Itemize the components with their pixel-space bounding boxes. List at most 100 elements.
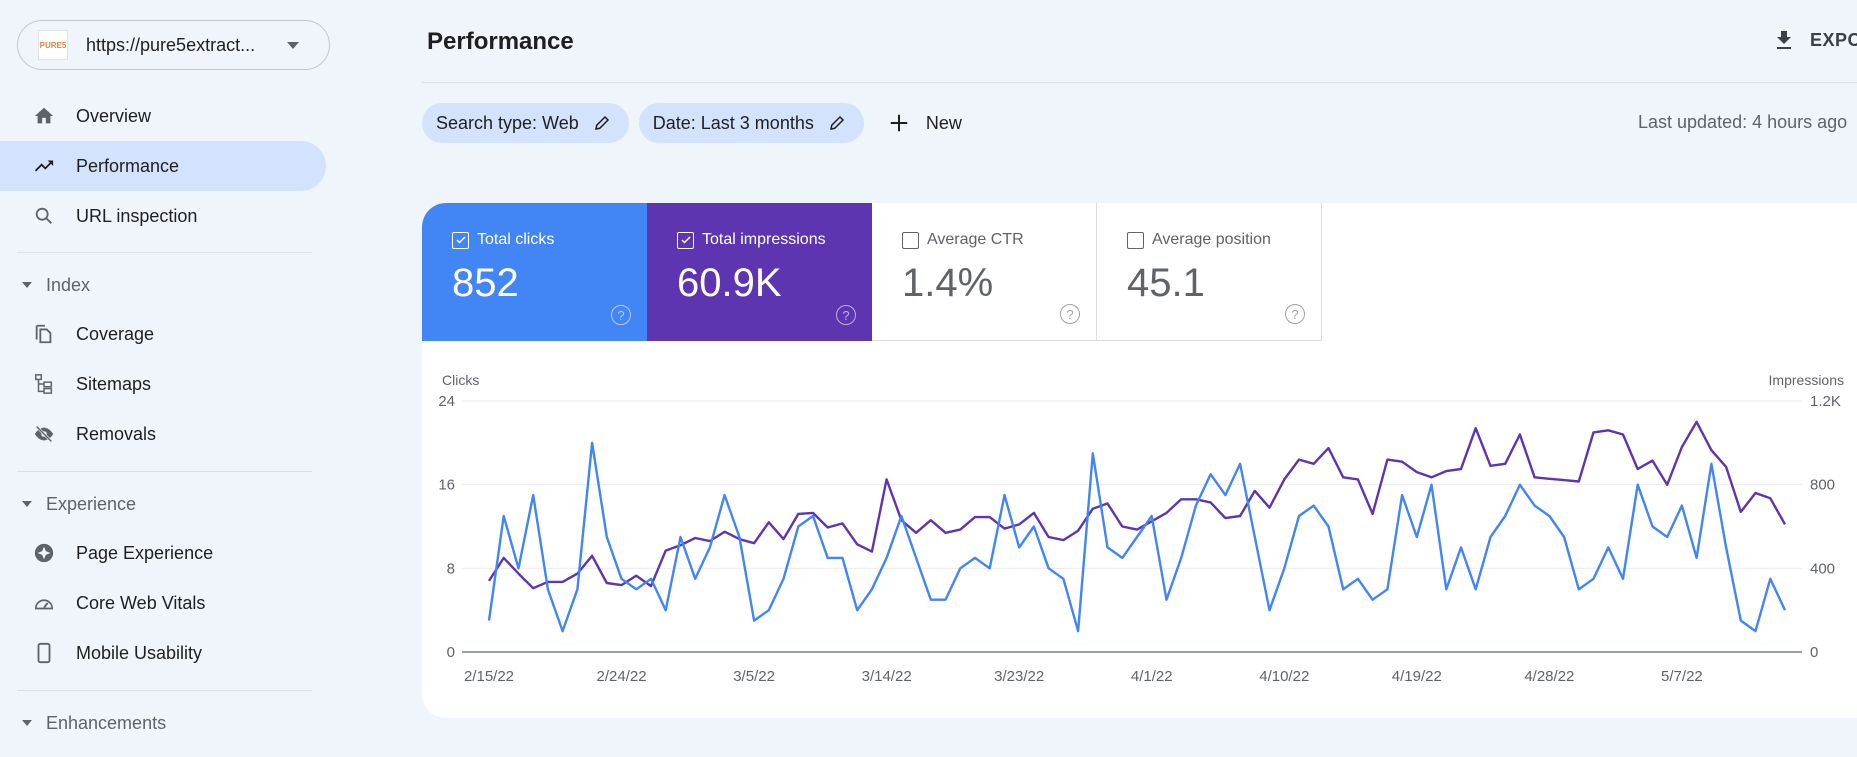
help-icon[interactable]: ? — [611, 305, 631, 325]
property-url: https://pure5extract... — [86, 34, 256, 55]
sidebar-item-mobile-usability[interactable]: Mobile Usability — [0, 628, 326, 678]
chevron-down-icon — [287, 41, 299, 49]
sidebar-item-coverage[interactable]: Coverage — [0, 309, 326, 359]
page-title: Performance — [427, 28, 574, 55]
sidebar-item-label: Overview — [76, 105, 152, 126]
checkbox-unchecked[interactable] — [1127, 231, 1144, 249]
divider — [17, 690, 312, 691]
series-line-clicks[interactable] — [487, 441, 1787, 633]
x-tick: 2/24/22 — [597, 668, 647, 685]
y-tick-right: 0 — [1810, 644, 1818, 661]
chip-search-type[interactable]: Search type: Web — [422, 103, 629, 143]
metric-cards: Total clicks 852 ? Total impressions 60.… — [422, 203, 1322, 341]
page-experience-icon — [32, 541, 56, 565]
sidebar-item-core-web-vitals[interactable]: Core Web Vitals — [0, 578, 326, 628]
checkbox-checked[interactable] — [452, 231, 469, 249]
metric-card-total-clicks[interactable]: Total clicks 852 ? — [422, 203, 647, 341]
checkbox-checked[interactable] — [677, 231, 694, 249]
series-line-impressions[interactable] — [487, 420, 1787, 590]
divider — [17, 471, 312, 472]
section-label: Experience — [46, 493, 137, 514]
help-icon[interactable]: ? — [1060, 304, 1080, 324]
metric-value: 60.9K — [677, 261, 782, 305]
sidebar-item-label: Coverage — [76, 323, 155, 344]
last-updated: Last updated: 4 hours ago — [1638, 112, 1848, 132]
metric-label: Total clicks — [477, 231, 555, 248]
property-selector[interactable]: PURE5 https://pure5extract... — [17, 20, 330, 70]
metric-card-average-ctr[interactable]: Average CTR 1.4% ? — [872, 203, 1097, 341]
checkbox-unchecked[interactable] — [902, 231, 919, 249]
chip-date[interactable]: Date: Last 3 months — [638, 103, 864, 143]
sidebar-item-label: Performance — [76, 155, 180, 176]
metric-value: 852 — [452, 261, 519, 305]
pencil-icon — [594, 115, 609, 130]
chip-label: Date: Last 3 months — [652, 112, 814, 133]
metric-label: Average CTR — [927, 231, 1024, 248]
speedometer-icon — [32, 591, 56, 615]
sidebar-item-label: Core Web Vitals — [76, 592, 206, 613]
help-icon[interactable]: ? — [1285, 304, 1305, 324]
x-tick: 4/10/22 — [1259, 668, 1309, 685]
metric-card-total-impressions[interactable]: Total impressions 60.9K ? — [647, 203, 872, 341]
y-tick-left: 16 — [438, 477, 455, 494]
new-filter-button[interactable]: New — [888, 112, 962, 134]
sidebar-item-sitemaps[interactable]: Sitemaps — [0, 359, 326, 409]
pencil-icon — [829, 115, 844, 130]
caret-down-icon — [22, 720, 32, 726]
export-label: EXPORT — [1810, 29, 1857, 50]
sidebar: PURE5 https://pure5extract... Overview P… — [0, 0, 330, 757]
sidebar-item-overview[interactable]: Overview — [0, 91, 326, 141]
y-tick-right: 400 — [1810, 560, 1835, 577]
copy-pages-icon — [32, 322, 56, 346]
y-tick-right: 1.2K — [1810, 393, 1841, 410]
metric-card-average-position[interactable]: Average position 45.1 ? — [1097, 203, 1322, 341]
section-enhancements[interactable]: Enhancements — [22, 703, 166, 743]
x-tick: 4/28/22 — [1524, 668, 1574, 685]
sidebar-item-performance[interactable]: Performance — [0, 141, 326, 191]
performance-chart: Clicks Impressions 0 8 16 24 0 400 800 1.2K 2/… — [438, 372, 1844, 685]
home-icon — [32, 104, 56, 128]
download-icon — [1777, 31, 1791, 49]
new-label: New — [925, 112, 962, 133]
help-icon[interactable]: ? — [836, 305, 856, 325]
export-button[interactable]: EXPORT — [1772, 28, 1857, 52]
performance-panel: Total clicks 852 ? Total impressions 60.… — [422, 203, 1857, 718]
caret-down-icon — [22, 282, 32, 288]
sidebar-item-url-inspection[interactable]: URL inspection — [0, 191, 326, 241]
x-tick: 3/14/22 — [862, 668, 912, 685]
x-tick: 3/23/22 — [994, 668, 1044, 685]
x-tick: 2/15/22 — [464, 668, 514, 685]
sidebar-item-label: Removals — [76, 423, 157, 444]
x-tick: 3/5/22 — [733, 668, 775, 685]
x-tick: 4/1/22 — [1131, 668, 1173, 685]
divider — [17, 252, 312, 253]
section-label: Index — [46, 274, 91, 295]
x-tick: 4/19/22 — [1392, 668, 1442, 685]
search-icon — [32, 204, 56, 228]
section-label: Enhancements — [46, 712, 167, 733]
trending-up-icon — [32, 154, 56, 178]
y-tick-left: 0 — [447, 644, 455, 661]
metric-label: Average position — [1152, 231, 1271, 248]
y-tick-right: 800 — [1810, 477, 1835, 494]
sidebar-item-label: Sitemaps — [76, 373, 152, 394]
chip-label: Search type: Web — [436, 112, 579, 133]
phone-icon — [32, 641, 56, 665]
main-content: Performance EXPORT Search type: Web Date… — [422, 0, 1857, 757]
section-index[interactable]: Index — [22, 265, 90, 305]
metric-value: 1.4% — [902, 261, 994, 305]
y-tick-left: 24 — [438, 393, 455, 410]
header-divider — [422, 82, 1857, 83]
sidebar-item-page-experience[interactable]: Page Experience — [0, 528, 326, 578]
y-tick-left: 8 — [447, 560, 455, 577]
metric-label: Total impressions — [702, 231, 826, 248]
property-logo: PURE5 — [38, 30, 68, 60]
filter-bar: Search type: Web Date: Last 3 months New — [422, 103, 962, 143]
sitemap-icon — [32, 372, 56, 396]
sidebar-item-label: Page Experience — [76, 542, 214, 563]
sidebar-item-removals[interactable]: Removals — [0, 409, 326, 459]
x-tick: 5/7/22 — [1661, 668, 1703, 685]
sidebar-item-label: URL inspection — [76, 205, 198, 226]
caret-down-icon — [22, 501, 32, 507]
section-experience[interactable]: Experience — [22, 484, 136, 524]
